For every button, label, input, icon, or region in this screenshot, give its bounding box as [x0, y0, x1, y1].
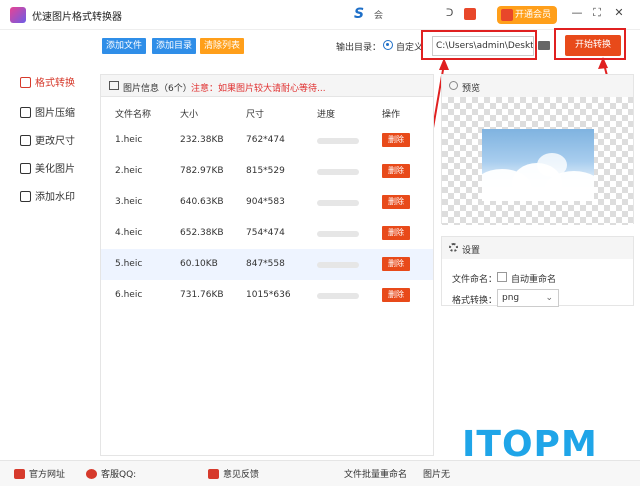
table-row[interactable]: 3.heic 640.63KB 904*583 删除 [101, 187, 433, 218]
file-name: 1.heic [115, 135, 143, 145]
preview-image [482, 129, 594, 201]
image-icon [109, 81, 119, 90]
col-header-dims: 尺寸 [246, 110, 265, 120]
settings-panel: 设置 文件命名： 自动重命名 格式转换： png ⌄ [441, 236, 634, 307]
delete-button[interactable]: 删除 [382, 257, 410, 271]
delete-button[interactable]: 删除 [382, 133, 410, 147]
file-dims: 904*583 [246, 197, 285, 207]
col-header-size: 大小 [180, 110, 199, 120]
file-size: 782.97KB [180, 166, 224, 176]
settings-title: 设置 [462, 246, 481, 256]
format-value: png [502, 293, 520, 303]
preview-header: 预览 [442, 75, 633, 97]
col-header-action: 操作 [382, 110, 401, 120]
file-size: 640.63KB [180, 197, 224, 207]
file-dims: 1015*636 [246, 290, 291, 300]
file-list-panel: 图片信息（6个） 注意：如果图片较大请耐心等待... 文件名称 大小 尺寸 进度… [100, 74, 434, 456]
progress-bar [317, 169, 359, 175]
table-row[interactable]: 6.heic 731.76KB 1015*636 删除 [101, 280, 433, 311]
file-dims: 847*558 [246, 259, 285, 269]
image-tool-link[interactable]: 图片无 [423, 467, 450, 480]
file-size: 731.76KB [180, 290, 224, 300]
qq-link[interactable]: 客服QQ: [86, 467, 136, 480]
format-label: 格式转换： [452, 296, 498, 306]
website-link[interactable]: 官方网址 [14, 467, 65, 480]
preview-title: 预览 [462, 84, 481, 94]
file-dims: 762*474 [246, 135, 285, 145]
large-file-warning: 注意：如果图片较大请耐心等待... [191, 84, 326, 94]
table-row[interactable]: 4.heic 652.38KB 754*474 删除 [101, 218, 433, 249]
cloud-shape [537, 153, 567, 177]
file-size: 232.38KB [180, 135, 224, 145]
table-row[interactable]: 2.heic 782.97KB 815*529 删除 [101, 156, 433, 187]
format-select[interactable]: png ⌄ [497, 289, 559, 307]
eye-icon [449, 81, 458, 90]
feedback-icon [208, 469, 219, 479]
progress-bar [317, 293, 359, 299]
delete-button[interactable]: 删除 [382, 195, 410, 209]
file-size: 652.38KB [180, 228, 224, 238]
itopm-watermark: ITOPM [462, 424, 598, 465]
preview-panel: 预览 [441, 74, 634, 225]
table-row[interactable]: 5.heic 60.10KB 847*558 删除 [101, 249, 433, 280]
qq-icon [86, 469, 97, 479]
file-name: 5.heic [115, 259, 143, 269]
website-icon [14, 469, 25, 479]
file-panel-title: 图片信息（6个） [123, 84, 192, 94]
file-dims: 754*474 [246, 228, 285, 238]
arrow-head-2 [598, 57, 608, 69]
naming-label: 文件命名： [452, 275, 498, 285]
table-row[interactable]: 1.heic 232.38KB 762*474 删除 [101, 125, 433, 156]
col-header-name: 文件名称 [115, 110, 152, 120]
col-header-progress: 进度 [317, 110, 336, 120]
file-dims: 815*529 [246, 166, 285, 176]
settings-header: 设置 [442, 237, 633, 259]
feedback-link[interactable]: 意见反馈 [208, 467, 259, 480]
file-name: 6.heic [115, 290, 143, 300]
file-name: 4.heic [115, 228, 143, 238]
file-size: 60.10KB [180, 259, 218, 269]
gear-icon [449, 243, 458, 252]
arrow-head-1 [439, 58, 449, 70]
delete-button[interactable]: 删除 [382, 164, 410, 178]
delete-button[interactable]: 删除 [382, 226, 410, 240]
batch-rename-link[interactable]: 文件批量重命名 [344, 467, 407, 480]
progress-bar [317, 231, 359, 237]
auto-rename-checkbox[interactable] [497, 272, 507, 282]
auto-rename-label: 自动重命名 [511, 275, 557, 285]
progress-bar [317, 138, 359, 144]
delete-button[interactable]: 删除 [382, 288, 410, 302]
progress-bar [317, 262, 359, 268]
chevron-down-icon: ⌄ [545, 293, 553, 303]
file-name: 3.heic [115, 197, 143, 207]
progress-bar [317, 200, 359, 206]
file-panel-header: 图片信息（6个） 注意：如果图片较大请耐心等待... [101, 75, 433, 97]
preview-canvas [442, 97, 633, 225]
file-name: 2.heic [115, 166, 143, 176]
